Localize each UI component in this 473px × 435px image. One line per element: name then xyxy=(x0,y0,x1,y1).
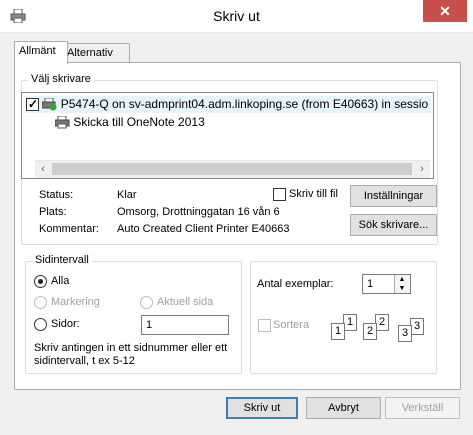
scroll-right-button[interactable]: › xyxy=(414,161,430,178)
tab-general[interactable]: Allmänt xyxy=(14,41,68,64)
collate-page: 1 xyxy=(331,323,345,340)
printer-item-p5474[interactable]: ✓ P5474-Q on sv-admprint04.adm.linkoping… xyxy=(26,96,431,113)
collate-page: 2 xyxy=(363,323,377,340)
all-pages-label: Alla xyxy=(51,275,70,287)
page-range-help-line1: Skriv antingen in ett sidnummer eller et… xyxy=(34,342,228,354)
collate-page: 2 xyxy=(375,314,389,331)
status-value: Klar xyxy=(117,189,137,201)
scrollbar-thumb[interactable] xyxy=(52,163,412,175)
comment-label: Kommentar: xyxy=(39,223,99,235)
find-printer-button[interactable]: Sök skrivare... xyxy=(350,214,437,236)
settings-button[interactable]: Inställningar xyxy=(350,185,437,207)
selection-radio[interactable] xyxy=(34,296,47,309)
selection-label: Markering xyxy=(51,296,100,308)
printer-icon xyxy=(54,115,70,129)
collate-page: 1 xyxy=(343,314,357,331)
pages-radio[interactable] xyxy=(34,318,47,331)
page-range-help-line2: sidintervall, t ex 5-12 xyxy=(34,355,135,367)
default-printer-checkmark: ✓ xyxy=(26,97,39,112)
printer-list-scrollbar[interactable]: ‹ › xyxy=(35,160,430,178)
copies-down-button[interactable]: ▼ xyxy=(394,284,409,293)
pages-label: Sidor: xyxy=(51,318,80,330)
title-bar: Skriv ut ✕ xyxy=(0,0,473,33)
printer-name: P5474-Q on sv-admprint04.adm.linkoping.s… xyxy=(60,97,429,111)
print-to-file-checkbox[interactable] xyxy=(273,188,286,201)
copies-label: Antal exemplar: xyxy=(257,278,334,290)
print-to-file-label: Skriv till fil xyxy=(289,188,338,200)
copies-up-button[interactable]: ▲ xyxy=(394,275,409,284)
location-label: Plats: xyxy=(39,206,67,218)
print-button[interactable]: Skriv ut xyxy=(226,397,298,419)
scroll-left-button[interactable]: ‹ xyxy=(35,161,51,178)
collate-label: Sortera xyxy=(273,319,310,331)
tab-options[interactable]: Alternativ xyxy=(62,43,130,63)
current-page-label: Aktuell sida xyxy=(157,296,214,308)
all-pages-radio[interactable] xyxy=(34,275,47,288)
printer-item-onenote[interactable]: Skicka till OneNote 2013 xyxy=(54,114,205,131)
printer-name: Skicka till OneNote 2013 xyxy=(73,115,205,129)
network-printer-icon xyxy=(41,97,57,111)
window-title: Skriv ut xyxy=(213,8,260,24)
pages-input[interactable]: 1 xyxy=(141,315,229,335)
comment-value: Auto Created Client Printer E40663 xyxy=(117,223,290,235)
apply-button[interactable]: Verkställ xyxy=(385,397,460,419)
print-dialog: Skriv ut ✕ Allmänt Alternativ Välj skriv… xyxy=(0,0,473,435)
collate-checkbox[interactable] xyxy=(258,319,271,332)
collate-page: 3 xyxy=(398,325,412,342)
current-page-radio[interactable] xyxy=(140,296,153,309)
collate-page: 3 xyxy=(410,318,424,335)
location-value: Omsorg, Drottninggatan 16 vån 6 xyxy=(117,206,280,218)
status-label: Status: xyxy=(39,189,74,201)
close-button[interactable]: ✕ xyxy=(423,0,467,22)
select-printer-label: Välj skrivare xyxy=(28,73,94,85)
page-range-label: Sidintervall xyxy=(32,254,92,266)
cancel-button[interactable]: Avbryt xyxy=(306,397,381,419)
